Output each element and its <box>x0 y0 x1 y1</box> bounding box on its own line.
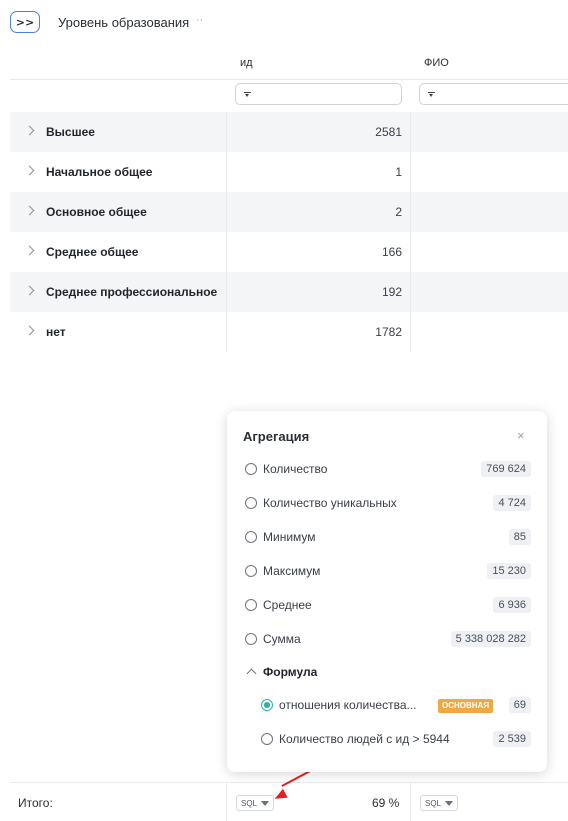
option-count: 15 230 <box>487 563 531 579</box>
aggregation-option-count[interactable]: Количество 769 624 <box>245 460 531 480</box>
row-id-value: 192 <box>381 285 402 299</box>
option-label: Количество уникальных <box>263 496 397 510</box>
option-label: Количество людей с ид > 5944 <box>279 732 450 746</box>
row-id-value: 2 <box>395 205 402 219</box>
formula-option-secondary[interactable]: Количество людей с ид > 5944 2 539 <box>261 730 531 750</box>
table-row[interactable]: Среднее общее 166 <box>10 232 568 272</box>
radio-button[interactable] <box>245 463 257 475</box>
aggregation-option-sum[interactable]: Сумма 5 338 028 282 <box>245 630 531 650</box>
option-count: 4 724 <box>493 495 531 511</box>
aggregation-popup: Агрегация × Количество 769 624 Количеств… <box>227 411 547 772</box>
aggregation-select-id[interactable]: SQL <box>236 795 275 811</box>
option-label: Максимум <box>263 564 321 578</box>
radio-button[interactable] <box>245 633 257 645</box>
chevron-right-icon[interactable] <box>24 325 35 336</box>
option-count: 769 624 <box>481 461 531 477</box>
formula-section-toggle[interactable]: Формула <box>245 664 445 684</box>
aggregation-select-fio[interactable]: SQL <box>420 795 459 811</box>
table-row[interactable]: Среднее профессиональное 192 <box>10 272 568 312</box>
row-group-label: нет <box>46 325 66 339</box>
filter-icon <box>244 91 251 98</box>
option-label: Количество <box>263 462 328 476</box>
primary-badge: ОСНОВНАЯ <box>438 699 494 713</box>
table-row[interactable]: Начальное общее 1 <box>10 152 568 192</box>
aggregation-option-average[interactable]: Среднее 6 936 <box>245 596 531 616</box>
option-count: 2 539 <box>493 731 531 747</box>
option-label: Сумма <box>263 632 301 646</box>
column-divider <box>226 112 227 352</box>
aggregation-option-unique-count[interactable]: Количество уникальных 4 724 <box>245 494 531 514</box>
caret-down-icon <box>445 800 454 806</box>
table-row[interactable]: Основное общее 2 <box>10 192 568 232</box>
option-count: 6 936 <box>493 597 531 613</box>
row-group-label: Среднее общее <box>46 245 139 259</box>
chevron-right-icon[interactable] <box>24 165 35 176</box>
close-icon[interactable]: × <box>517 428 525 443</box>
table-row[interactable]: Высшее 2581 <box>10 112 568 152</box>
option-label: отношения количества... <box>279 698 417 712</box>
chevron-right-icon[interactable] <box>24 125 35 136</box>
expand-groups-button[interactable]: >> <box>10 11 40 33</box>
sql-label: SQL <box>425 798 442 808</box>
option-count: 5 338 028 282 <box>450 631 531 647</box>
aggregation-option-max[interactable]: Максимум 15 230 <box>245 562 531 582</box>
row-group-label: Начальное общее <box>46 165 153 179</box>
option-count: 69 <box>508 697 531 713</box>
radio-button[interactable] <box>245 565 257 577</box>
column-divider <box>410 782 411 821</box>
chevron-up-icon <box>246 668 257 679</box>
chevron-right-icon[interactable] <box>24 205 35 216</box>
formula-section-label: Формула <box>263 665 318 679</box>
sql-label: SQL <box>241 798 258 808</box>
filter-icon <box>428 91 435 98</box>
grouping-title[interactable]: Уровень образования <box>58 15 189 30</box>
header-divider <box>10 79 568 80</box>
radio-button-selected[interactable] <box>261 699 273 711</box>
totals-label: Итого: <box>18 796 53 810</box>
option-label: Минимум <box>263 530 316 544</box>
aggregation-option-min[interactable]: Минимум 85 <box>245 528 531 548</box>
option-count: 85 <box>508 529 531 545</box>
column-header-fio[interactable]: ФИО <box>424 57 449 69</box>
row-id-value: 1782 <box>375 325 402 339</box>
formula-option-primary[interactable]: отношения количества... ОСНОВНАЯ 69 <box>261 696 531 716</box>
filter-input-id[interactable] <box>235 83 402 105</box>
total-value-id: 69 % <box>372 796 400 810</box>
row-id-value: 1 <box>395 165 402 179</box>
grouping-menu-icon[interactable]: ·· <box>196 14 203 26</box>
column-divider <box>410 112 411 352</box>
filter-input-fio[interactable] <box>419 83 568 105</box>
radio-button[interactable] <box>245 497 257 509</box>
option-label: Среднее <box>263 598 312 612</box>
radio-button[interactable] <box>261 733 273 745</box>
column-header-id[interactable]: ид <box>240 57 253 69</box>
caret-down-icon <box>261 800 270 806</box>
annotation-arrowhead-icon <box>272 788 288 804</box>
popup-title: Агрегация <box>243 429 310 444</box>
radio-button[interactable] <box>245 531 257 543</box>
column-divider <box>226 782 227 821</box>
row-group-label: Основное общее <box>46 205 147 219</box>
row-group-label: Среднее профессиональное <box>46 285 218 299</box>
chevron-right-icon[interactable] <box>24 285 35 296</box>
chevron-right-icon[interactable] <box>24 245 35 256</box>
row-id-value: 2581 <box>375 125 402 139</box>
row-id-value: 166 <box>381 245 402 259</box>
table-row[interactable]: нет 1782 <box>10 312 568 352</box>
row-group-label: Высшее <box>46 125 95 139</box>
radio-button[interactable] <box>245 599 257 611</box>
